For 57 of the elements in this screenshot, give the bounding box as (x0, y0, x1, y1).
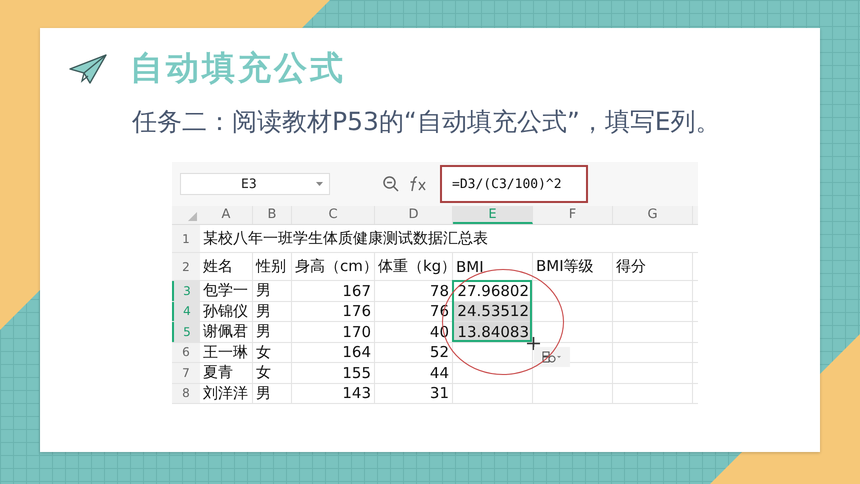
column-header[interactable]: B (253, 206, 292, 224)
table-cell: 男 (253, 322, 292, 342)
table-cell: 刘洋洋 (200, 384, 253, 403)
row-header[interactable]: 2 (172, 253, 200, 280)
table-cell: 身高（cm） (292, 253, 375, 280)
table-cell: 170 (292, 322, 375, 342)
table-cell: 52 (375, 342, 453, 362)
column-header[interactable]: C (292, 206, 375, 224)
formula-field[interactable]: =D3/(C3/100)^2 (440, 165, 588, 203)
table-cell: 27.96802 (453, 281, 533, 300)
crosshair-cursor-icon (527, 337, 540, 350)
table-cell: BMI等级 (533, 253, 613, 280)
table-cell: 78 (375, 281, 453, 300)
column-header[interactable]: E (453, 206, 533, 224)
table-cell: 体重（kg） (375, 253, 453, 280)
paste-options-button[interactable] (534, 347, 570, 367)
row-header[interactable]: 1 (172, 225, 200, 252)
column-header[interactable]: A (200, 206, 253, 224)
slide-title: 自动填充公式 (130, 47, 346, 89)
row-header[interactable]: 8 (172, 384, 200, 403)
zoom-icon[interactable] (382, 175, 400, 193)
table-cell: 包学一 (200, 281, 253, 300)
column-header[interactable]: F (533, 206, 613, 224)
table-cell: 143 (292, 384, 375, 403)
table-cell: 男 (253, 302, 292, 321)
task-text: 任务二：阅读教材P53的“自动填充公式”，填写E列。 (131, 106, 722, 138)
table-cell: 性别 (253, 253, 292, 280)
table-cell: 女 (253, 363, 292, 382)
table-cell: 得分 (613, 253, 693, 280)
table-cell: 男 (253, 384, 292, 403)
table-cell: 44 (375, 363, 453, 382)
table-cell: 孙锦仪 (200, 302, 253, 321)
table-cell: 164 (292, 342, 375, 362)
dropdown-caret-icon (316, 182, 323, 186)
table-cell: 176 (292, 302, 375, 321)
table-cell: 31 (375, 384, 453, 403)
table-cell: 王一琳 (200, 342, 253, 362)
table-cell: 姓名 (200, 253, 253, 280)
row-header[interactable]: 4 (172, 302, 200, 321)
table-cell: 女 (253, 342, 292, 362)
table-cell: 24.53512 (453, 302, 533, 321)
column-header[interactable]: G (613, 206, 693, 224)
paper-plane-icon (68, 52, 108, 84)
table-cell: 167 (292, 281, 375, 300)
paste-options-icon (542, 351, 562, 363)
function-icon[interactable] (408, 175, 428, 193)
table-cell: 男 (253, 281, 292, 300)
table-cell-text: 某校八年一班学生体质健康测试数据汇总表 (202, 228, 489, 249)
row-header[interactable]: 7 (172, 363, 200, 382)
table-cell: 谢佩君 (200, 322, 253, 342)
table-cell: 夏青 (200, 363, 253, 382)
table-cell: 155 (292, 363, 375, 382)
table-cell: BMI (453, 253, 533, 280)
row-header[interactable]: 3 (172, 281, 200, 300)
row-header[interactable]: 5 (172, 322, 200, 342)
row-header[interactable]: 6 (172, 342, 200, 362)
name-box[interactable]: E3 (180, 173, 330, 195)
